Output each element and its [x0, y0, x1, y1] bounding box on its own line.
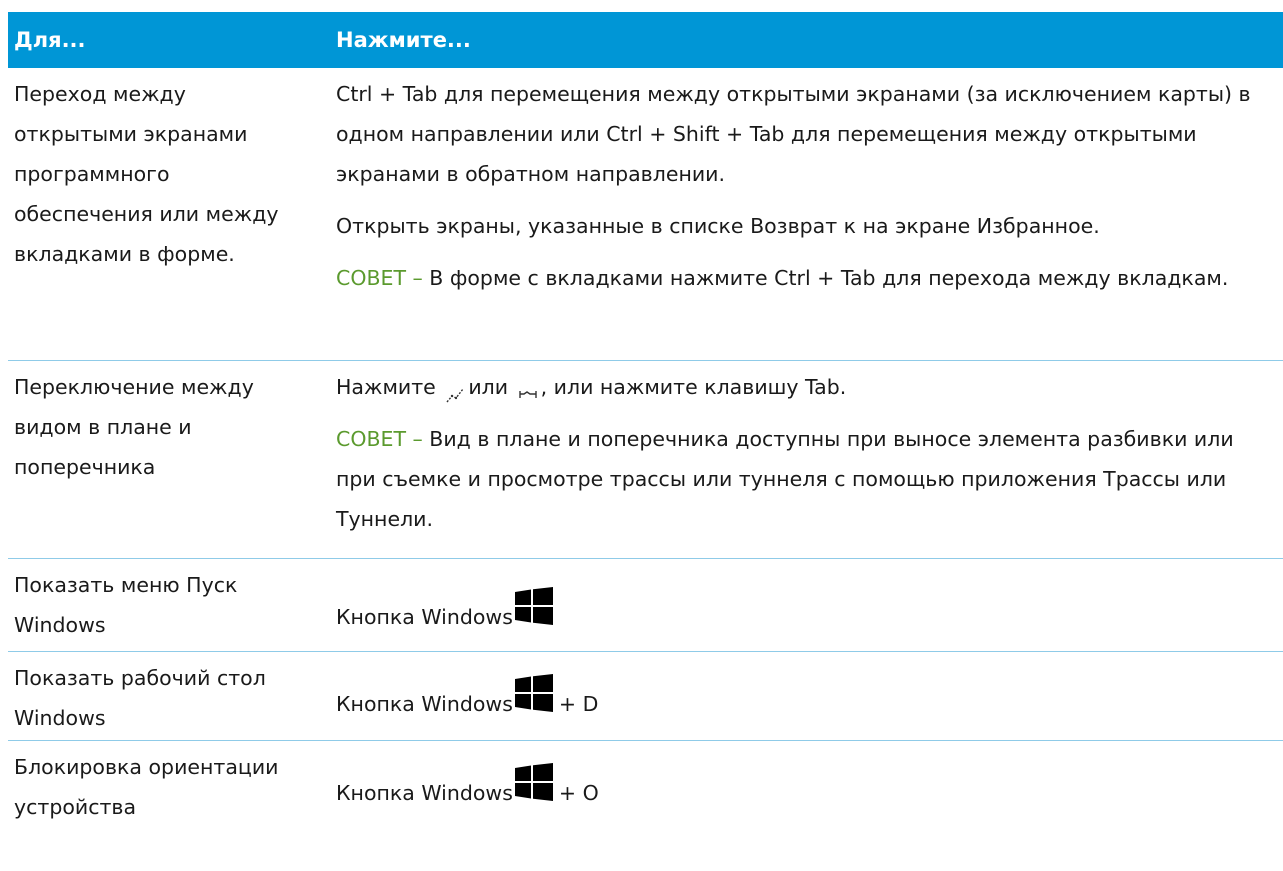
row-action: Переключение между видом в плане и попер… — [14, 375, 254, 479]
header-col-for: Для... — [14, 28, 86, 52]
row-text: Нажмите или , или нажмите клавишу Tab. — [336, 367, 1263, 407]
plan-view-icon — [445, 378, 465, 403]
row-text: Ctrl + Tab для перемещения между открыты… — [336, 82, 1251, 186]
row-keys: Кнопка Windows + O — [314, 741, 1283, 871]
tip: СОВЕТ – Вид в плане и поперечника доступ… — [336, 419, 1263, 539]
row-suffix: + O — [558, 781, 599, 805]
table-row: Показать рабочий стол Windows Кнопка Win… — [8, 652, 1283, 741]
press-text: Нажмите — [336, 375, 436, 399]
row-text: Кнопка Windows — [336, 605, 513, 629]
row-action: Блокировка ориентации устройства — [14, 755, 279, 819]
tip: СОВЕТ – В форме с вкладками нажмите Ctrl… — [336, 258, 1263, 298]
row-suffix: + D — [558, 692, 599, 716]
row-action: Переход между открытыми экранами програм… — [14, 82, 279, 266]
tip-label: СОВЕТ – — [336, 427, 423, 451]
tip-label: СОВЕТ – — [336, 266, 423, 290]
row-keys: Кнопка Windows — [314, 559, 1283, 651]
row-text: Открыть экраны, указанные в списке Возвр… — [336, 214, 1100, 238]
table-row: Переключение между видом в плане и попер… — [8, 361, 1283, 559]
row-keys: Кнопка Windows + D — [314, 652, 1283, 740]
row-keys: Нажмите или , или нажмите клавишу Tab. С… — [314, 361, 1283, 558]
row-action: Показать меню Пуск Windows — [14, 573, 238, 637]
tip-text: Вид в плане и поперечника доступны при в… — [336, 427, 1234, 531]
windows-logo-icon — [514, 587, 553, 625]
row-text: Кнопка Windows — [336, 781, 513, 805]
table-header: Для... Нажмите... — [8, 12, 1283, 68]
row-keys: Ctrl + Tab для перемещения между открыты… — [314, 68, 1283, 360]
header-col-press: Нажмите... — [336, 28, 471, 52]
row-text: Кнопка Windows — [336, 692, 513, 716]
or-text: или — [468, 375, 509, 399]
table-row: Блокировка ориентации устройства Кнопка … — [8, 741, 1283, 871]
row-action: Показать рабочий стол Windows — [14, 666, 266, 730]
windows-logo-icon — [514, 674, 553, 712]
table-row: Переход между открытыми экранами програм… — [8, 68, 1283, 361]
table-row: Показать меню Пуск Windows Кнопка Window… — [8, 559, 1283, 652]
tab-text: , или нажмите клавишу Tab. — [540, 375, 847, 399]
cross-section-icon — [518, 378, 538, 398]
windows-logo-icon — [514, 763, 553, 801]
shortcuts-table: Для... Нажмите... Переход между открытым… — [8, 12, 1283, 871]
tip-text: В форме с вкладками нажмите Ctrl + Tab д… — [422, 266, 1229, 290]
